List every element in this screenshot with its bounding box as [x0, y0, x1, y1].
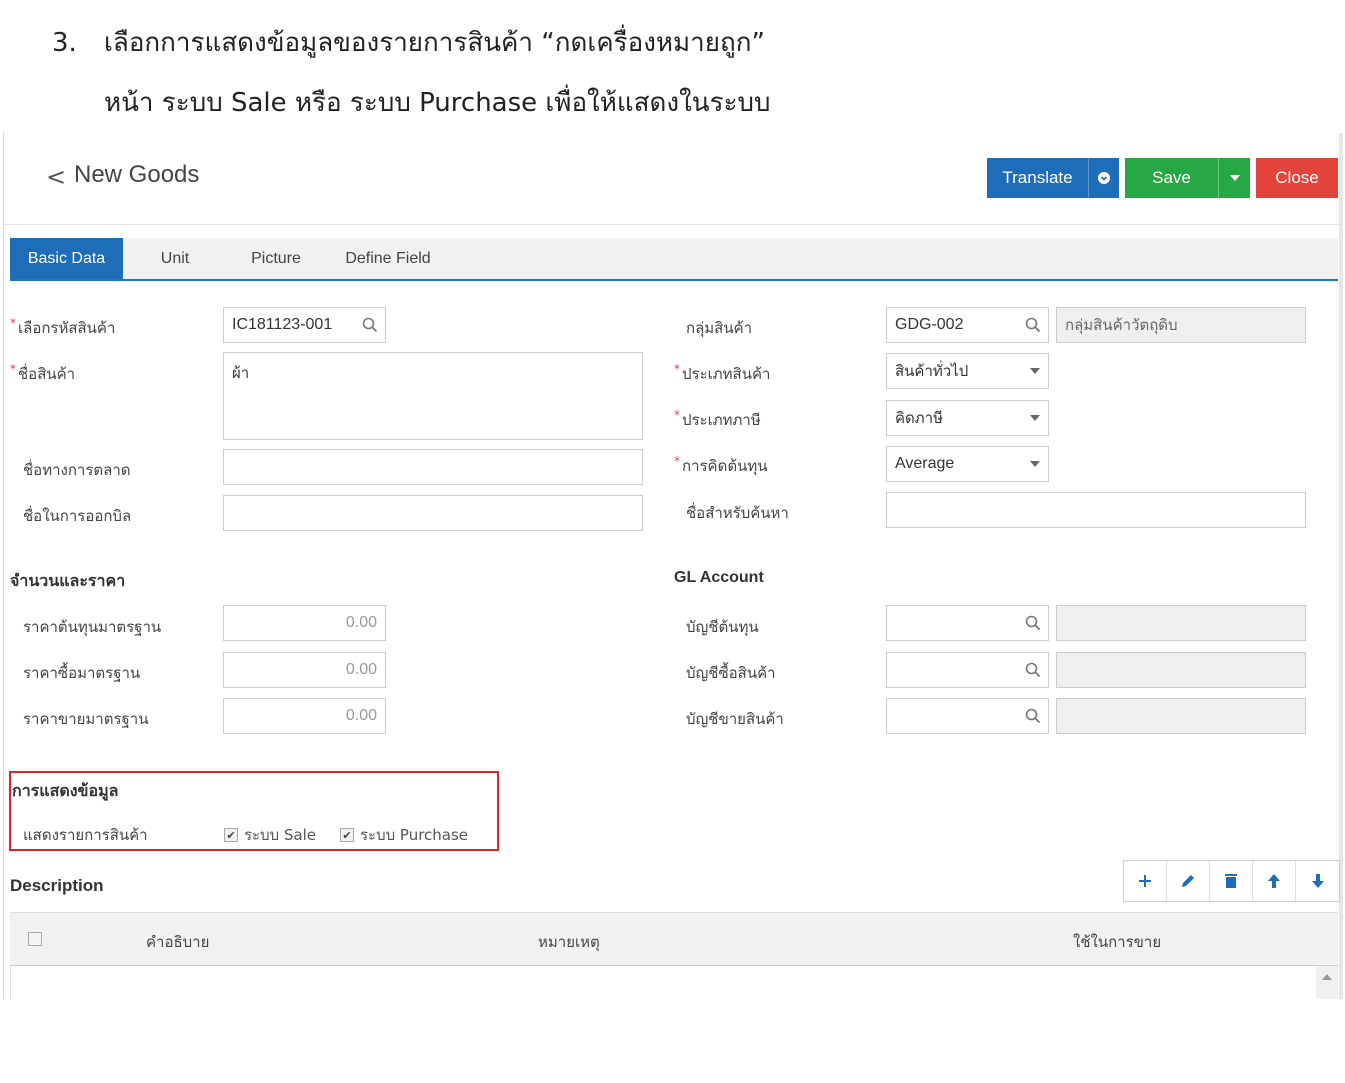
column-header-description[interactable]: คำอธิบาย	[146, 930, 209, 954]
product-group-name: กลุ่มสินค้าวัตถุดิบ	[1056, 307, 1306, 343]
product-type-value: สินค้าทั่วไป	[895, 362, 969, 380]
sale-checkbox-label: ระบบ Sale	[244, 826, 317, 844]
grid-scrollbar[interactable]	[1316, 966, 1338, 999]
required-mark: *	[10, 316, 16, 330]
scroll-up-icon[interactable]	[1322, 974, 1332, 980]
description-section-title: Description	[10, 876, 104, 895]
sales-account-label: บัญชีขายสินค้า	[686, 710, 784, 728]
product-name-value: ผ้า	[232, 364, 250, 382]
qty-price-section-title: จำนวนและราคา	[10, 571, 126, 590]
back-icon[interactable]: <	[46, 163, 66, 191]
instruction-text-1: เลือกการแสดงข้อมูลของรายการสินค้า “กดเคร…	[104, 28, 765, 58]
tax-type-select[interactable]: คิดภาษี	[886, 400, 1049, 436]
edit-row-button[interactable]	[1167, 861, 1210, 901]
costing-method-select[interactable]: Average	[886, 446, 1049, 482]
search-icon[interactable]	[1024, 614, 1042, 632]
show-items-label: แสดงรายการสินค้า	[23, 826, 148, 844]
search-name-field[interactable]	[886, 492, 1306, 528]
description-grid-body	[10, 966, 1338, 999]
instruction-line-1: 3. เลือกการแสดงข้อมูลของรายการสินค้า “กดเ…	[52, 22, 765, 63]
purchase-account-label: บัญชีซื้อสินค้า	[686, 664, 776, 682]
search-icon[interactable]	[1024, 661, 1042, 679]
sale-checkbox[interactable]: ✔ ระบบ Sale	[224, 823, 316, 847]
product-type-label: * ประเภทสินค้า	[674, 362, 771, 383]
page-header: < New Goods Translate Save Close	[4, 133, 1340, 225]
product-type-select[interactable]: สินค้าทั่วไป	[886, 353, 1049, 389]
std-cost-field[interactable]: 0.00	[223, 605, 386, 641]
tax-type-value: คิดภาษี	[895, 409, 943, 427]
tax-type-label: * ประเภทภาษี	[674, 408, 761, 429]
std-sell-label: ราคาขายมาตรฐาน	[23, 710, 149, 728]
translate-button-label: Translate	[987, 158, 1089, 198]
std-buy-field[interactable]: 0.00	[223, 652, 386, 688]
product-group-code: GDG-002	[895, 316, 964, 333]
costing-method-value: Average	[895, 455, 955, 472]
trash-icon	[1225, 874, 1237, 888]
column-header-remark[interactable]: หมายเหตุ	[538, 930, 600, 954]
checkbox-checked-icon: ✔	[340, 828, 354, 842]
product-code-value: IC181123-001	[232, 316, 333, 333]
cost-account-field[interactable]	[886, 605, 1049, 641]
chevron-down-icon	[1030, 461, 1040, 467]
tab-unit[interactable]: Unit	[140, 238, 210, 279]
translate-button[interactable]: Translate	[987, 158, 1119, 198]
gl-account-section-title: GL Account	[674, 569, 764, 586]
step-number: 3.	[52, 28, 77, 58]
tab-basic-data[interactable]: Basic Data	[10, 238, 123, 279]
std-sell-field[interactable]: 0.00	[223, 698, 386, 734]
display-section-title: การแสดงข้อมูล	[12, 781, 119, 800]
translate-dropdown-icon[interactable]	[1089, 171, 1119, 185]
cost-account-name	[1056, 605, 1306, 641]
product-code-field[interactable]: IC181123-001	[223, 307, 386, 343]
plus-icon	[1139, 875, 1151, 887]
pencil-icon	[1182, 875, 1194, 887]
search-name-label: ชื่อสำหรับค้นหา	[686, 504, 789, 522]
checkbox-checked-icon: ✔	[224, 828, 238, 842]
save-dropdown-icon[interactable]	[1219, 175, 1250, 181]
purchase-checkbox-label: ระบบ Purchase	[360, 826, 469, 844]
tab-bar: Basic Data Unit Picture Define Field	[10, 238, 1338, 281]
description-toolbar	[1123, 860, 1340, 902]
search-icon[interactable]	[1024, 316, 1042, 334]
sales-account-name	[1056, 698, 1306, 734]
tab-define-field[interactable]: Define Field	[336, 238, 440, 279]
description-grid-header: คำอธิบาย หมายเหตุ ใช้ในการขาย	[10, 912, 1338, 966]
chevron-down-icon	[1030, 415, 1040, 421]
std-cost-label: ราคาต้นทุนมาตรฐาน	[23, 618, 162, 636]
move-up-button[interactable]	[1253, 861, 1296, 901]
product-name-label: * ชื่อสินค้า	[10, 362, 76, 383]
std-buy-label: ราคาซื้อมาตรฐาน	[23, 664, 141, 682]
costing-method-label: * การคิดต้นทุน	[674, 454, 768, 475]
marketing-name-label: ชื่อทางการตลาด	[23, 461, 131, 479]
purchase-checkbox[interactable]: ✔ ระบบ Purchase	[340, 823, 468, 847]
page-title: New Goods	[74, 161, 200, 188]
cost-account-label: บัญชีต้นทุน	[686, 618, 759, 636]
select-all-checkbox[interactable]	[28, 932, 42, 946]
search-icon[interactable]	[1024, 707, 1042, 725]
bill-name-label: ชื่อในการออกบิล	[23, 507, 132, 525]
marketing-name-field[interactable]	[223, 449, 643, 485]
product-code-label: * เลือกรหัสสินค้า	[10, 316, 116, 337]
sales-account-field[interactable]	[886, 698, 1049, 734]
product-group-label: กลุ่มสินค้า	[686, 319, 753, 337]
search-icon[interactable]	[361, 316, 379, 334]
save-button[interactable]: Save	[1125, 158, 1250, 198]
product-name-field[interactable]: ผ้า	[223, 352, 643, 440]
arrow-up-icon	[1268, 874, 1280, 888]
close-button[interactable]: Close	[1256, 158, 1338, 198]
delete-row-button[interactable]	[1210, 861, 1253, 901]
column-header-use-in-sale[interactable]: ใช้ในการขาย	[1073, 930, 1161, 954]
save-button-label: Save	[1125, 158, 1219, 198]
arrow-down-icon	[1311, 874, 1324, 888]
tab-picture[interactable]: Picture	[236, 238, 316, 279]
purchase-account-field[interactable]	[886, 652, 1049, 688]
purchase-account-name	[1056, 652, 1306, 688]
move-down-button[interactable]	[1296, 861, 1339, 901]
app-window: < New Goods Translate Save Close Basic D…	[3, 133, 1343, 999]
chevron-down-icon	[1030, 368, 1040, 374]
product-group-field[interactable]: GDG-002	[886, 307, 1049, 343]
bill-name-field[interactable]	[223, 495, 643, 531]
instruction-line-2: หน้า ระบบ Sale หรือ ระบบ Purchase เพื่อใ…	[104, 88, 771, 118]
add-row-button[interactable]	[1124, 861, 1167, 901]
